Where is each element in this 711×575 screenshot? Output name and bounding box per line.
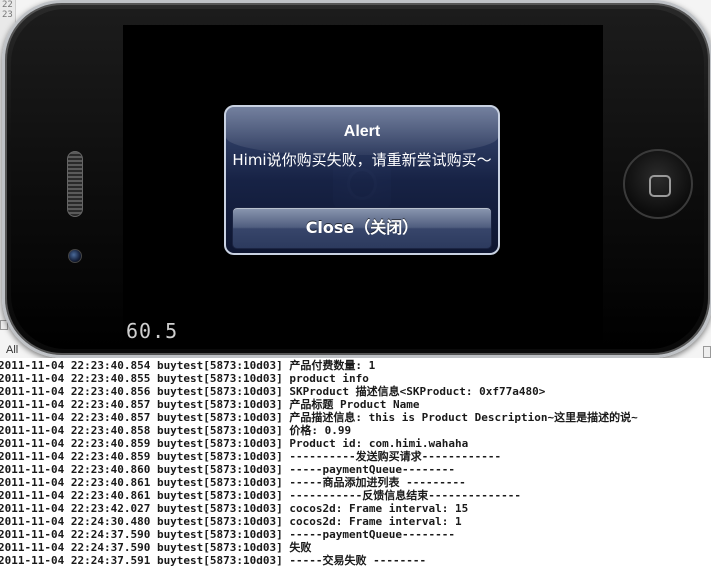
log-line: 2011-11-04 22:23:40.856 buytest[5873:10d… — [0, 385, 546, 398]
log-line: 2011-11-04 22:23:40.857 buytest[5873:10d… — [0, 411, 638, 424]
home-button[interactable] — [623, 149, 693, 219]
iphone-simulator: 60.5 Alert Himi说你购买失败，请重新尝试购买～ Close（关闭） — [2, 0, 711, 358]
log-line: 2011-11-04 22:24:37.590 buytest[5873:10d… — [0, 541, 312, 554]
log-line: 2011-11-04 22:23:40.861 buytest[5873:10d… — [0, 489, 521, 502]
close-button[interactable]: Close（关闭） — [232, 207, 492, 249]
simulator-screen[interactable]: 60.5 Alert Himi说你购买失败，请重新尝试购买～ Close（关闭） — [123, 25, 603, 345]
alert-message: Himi说你购买失败，请重新尝试购买～ — [232, 151, 492, 169]
log-line: 2011-11-04 22:23:40.854 buytest[5873:10d… — [0, 359, 376, 372]
log-line: 2011-11-04 22:23:40.859 buytest[5873:10d… — [0, 450, 502, 463]
home-square-icon — [649, 175, 671, 197]
line-number: 22 — [2, 0, 13, 10]
log-line: 2011-11-04 22:23:40.860 buytest[5873:10d… — [0, 463, 455, 476]
front-camera-icon — [68, 249, 82, 263]
log-line: 2011-11-04 22:24:37.591 buytest[5873:10d… — [0, 554, 427, 567]
log-line: 2011-11-04 22:23:40.861 buytest[5873:10d… — [0, 476, 466, 489]
log-line: 2011-11-04 22:24:30.480 buytest[5873:10d… — [0, 515, 462, 528]
speaker-grille-icon — [67, 151, 83, 217]
alert-title: Alert — [343, 123, 381, 140]
log-line: 2011-11-04 22:23:42.027 buytest[5873:10d… — [0, 502, 469, 515]
line-number: 23 — [2, 10, 13, 20]
log-line: 2011-11-04 22:23:40.859 buytest[5873:10d… — [0, 437, 469, 450]
log-line: 2011-11-04 22:23:40.858 buytest[5873:10d… — [0, 424, 352, 437]
log-line: 2011-11-04 22:23:40.857 buytest[5873:10d… — [0, 398, 420, 411]
debug-console[interactable]: 2011-11-04 22:23:40.854 buytest[5873:10d… — [0, 358, 711, 575]
log-line: 2011-11-04 22:24:37.590 buytest[5873:10d… — [0, 528, 455, 541]
log-line: 2011-11-04 22:23:40.855 buytest[5873:10d… — [0, 372, 369, 385]
fps-counter: 60.5 — [126, 319, 179, 343]
alert-dialog: Alert Himi说你购买失败，请重新尝试购买～ Close（关闭） — [224, 105, 500, 255]
console-filter-label[interactable]: All — [6, 344, 18, 356]
scroll-control[interactable] — [703, 346, 711, 358]
